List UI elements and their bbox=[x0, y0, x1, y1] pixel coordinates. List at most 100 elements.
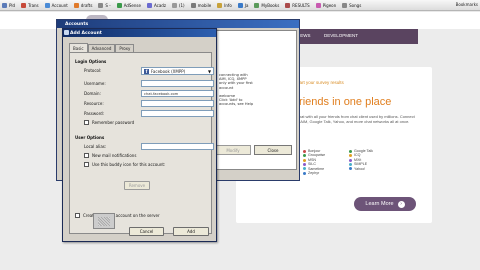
bookmark-label: Pld bbox=[9, 2, 16, 8]
bookmark-item[interactable]: AdSense bbox=[116, 2, 141, 8]
create-account-checkbox[interactable]: Create this new account on the server bbox=[75, 213, 160, 218]
cancel-button[interactable]: Cancel bbox=[129, 227, 164, 236]
accounts-title-bar[interactable]: Accounts bbox=[57, 20, 299, 28]
tab-proxy[interactable]: Proxy bbox=[115, 44, 135, 52]
resource-field[interactable] bbox=[141, 100, 214, 107]
bookmark-label: mobile bbox=[197, 2, 212, 8]
bookmark-item[interactable]: MyBooks bbox=[254, 2, 280, 8]
username-label: Username: bbox=[84, 81, 106, 86]
bookmark-item[interactable]: mobile bbox=[190, 2, 212, 8]
protocol-name: Zephyr bbox=[308, 171, 320, 176]
protocol-item: Yahoo! bbox=[349, 167, 373, 171]
bookmark-label: Acadz bbox=[153, 2, 166, 8]
page-headline: friends in one place bbox=[296, 96, 392, 108]
accounts-text-line: accounts, see Help bbox=[219, 102, 254, 107]
accounts-text-line: only with your first bbox=[219, 81, 253, 86]
protocol-icon bbox=[303, 162, 306, 166]
modify-button[interactable]: Modify bbox=[215, 145, 251, 155]
favicon-icon bbox=[315, 2, 321, 8]
bookmark-item[interactable]: Account bbox=[44, 2, 68, 8]
favicon-icon bbox=[2, 2, 7, 8]
bookmarks-menu[interactable]: Bookmarks bbox=[456, 2, 478, 7]
bookmark-label: drafts bbox=[80, 2, 93, 8]
page-description: Chat with all your friends from chat cli… bbox=[296, 114, 415, 124]
bookmark-item[interactable]: (1) bbox=[171, 2, 185, 8]
protocol-icon bbox=[303, 158, 306, 162]
bookmark-label: Trans bbox=[28, 2, 39, 8]
bookmark-item[interactable]: Trans bbox=[21, 2, 39, 8]
dialog-title: Add Account bbox=[70, 30, 102, 36]
bookmark-item[interactable]: Acadz bbox=[146, 2, 166, 8]
arrow-right-icon: › bbox=[397, 200, 405, 208]
remember-password-checkbox[interactable]: Remember password bbox=[84, 120, 134, 125]
favicon-icon bbox=[342, 2, 348, 8]
favicon-icon bbox=[190, 2, 196, 8]
protocol-list-col2: Google Talk ICQ MXit SIMPLE Yahoo! bbox=[349, 149, 373, 171]
remove-button[interactable]: Remove bbox=[124, 181, 150, 190]
bookmark-item[interactable]: Songs bbox=[342, 2, 362, 8]
buddy-icon-checkbox[interactable]: Use this buddy icon for this account: bbox=[84, 162, 165, 167]
protocol-item: Zephyr bbox=[303, 171, 325, 175]
favicon-icon bbox=[254, 2, 260, 8]
accounts-info-text: connecting with AIM, ICQ, XMPP only with y… bbox=[219, 73, 253, 106]
favicon-icon bbox=[237, 2, 243, 8]
favicon-icon bbox=[116, 2, 122, 8]
protocol-icon bbox=[349, 158, 352, 162]
protocol-value: Facebook (XMPP) bbox=[151, 68, 186, 74]
buddy-icon-label: Use this buddy icon for this account: bbox=[92, 162, 166, 167]
bookmark-label: MyBooks bbox=[261, 2, 280, 8]
facebook-icon: f bbox=[144, 68, 149, 74]
bookmark-item[interactable]: Ja bbox=[237, 2, 249, 8]
local-alias-field[interactable] bbox=[141, 143, 214, 150]
add-account-dialog: Add Account Basic Advanced Proxy Login O… bbox=[62, 28, 217, 242]
password-label: Password: bbox=[84, 111, 105, 116]
bookmark-label: S - bbox=[105, 2, 111, 8]
new-mail-checkbox[interactable]: New mail notifications bbox=[84, 153, 136, 158]
favicon-icon bbox=[98, 2, 104, 8]
accounts-title: Accounts bbox=[65, 21, 89, 27]
bookmark-label: Ja bbox=[244, 2, 249, 8]
add-button[interactable]: Add bbox=[173, 227, 209, 236]
bookmark-item[interactable]: drafts bbox=[73, 2, 93, 8]
local-alias-label: Local alias: bbox=[84, 144, 107, 149]
protocol-select[interactable]: f Facebook (XMPP) ▼ bbox=[141, 67, 214, 75]
protocol-list-col1: Bonjour Groupwise MSN SILC Sametime Zephyr bbox=[303, 149, 325, 175]
nav-item-development[interactable]: DEVELOPMENT bbox=[324, 33, 358, 38]
username-field[interactable] bbox=[141, 80, 214, 87]
basic-tab-pane: Login Options Protocol: f Facebook (XMPP… bbox=[69, 52, 214, 234]
buddy-icon-picker[interactable] bbox=[93, 213, 115, 229]
protocol-icon bbox=[303, 167, 306, 171]
favicon-icon bbox=[171, 2, 177, 8]
checkbox-box bbox=[84, 162, 89, 167]
bookmark-label: Account bbox=[51, 2, 68, 8]
domain-field[interactable]: chat.facebook.com bbox=[141, 90, 214, 97]
tab-basic[interactable]: Basic bbox=[69, 43, 88, 52]
learn-more-label: Learn More bbox=[365, 201, 394, 207]
learn-more-button[interactable]: Learn More › bbox=[354, 197, 416, 211]
close-button[interactable]: Close bbox=[254, 145, 292, 155]
login-options-heading: Login Options bbox=[75, 59, 107, 64]
favicon-icon bbox=[44, 2, 50, 8]
protocol-icon bbox=[349, 149, 352, 153]
bookmark-item[interactable]: S - bbox=[98, 2, 111, 8]
new-mail-label: New mail notifications bbox=[92, 153, 137, 158]
bookmark-label: AdSense bbox=[123, 2, 141, 8]
tab-advanced[interactable]: Advanced bbox=[87, 44, 116, 52]
bookmark-item[interactable]: Pld bbox=[2, 2, 16, 8]
checkbox-box bbox=[84, 120, 89, 125]
bookmarks-bar: Pld Trans Account drafts S - AdSense Acadz (1) m… bbox=[0, 0, 480, 11]
bookmark-item[interactable]: RESULTS bbox=[285, 2, 310, 8]
dialog-title-bar[interactable]: Add Account bbox=[63, 29, 216, 37]
protocol-label: Protocol: bbox=[84, 68, 102, 73]
checkbox-box bbox=[75, 213, 80, 218]
bookmark-label: Info bbox=[224, 2, 232, 8]
checkbox-box bbox=[84, 153, 89, 158]
promo-link[interactable]: start your survey results bbox=[296, 80, 344, 85]
bookmark-item[interactable]: Info bbox=[217, 2, 232, 8]
favicon-icon bbox=[285, 2, 291, 8]
password-field[interactable] bbox=[141, 110, 214, 117]
bookmark-label: Songs bbox=[349, 2, 362, 8]
bookmark-item[interactable]: Pigeon bbox=[315, 2, 336, 8]
protocol-icon bbox=[349, 154, 352, 158]
chevron-down-icon: ▼ bbox=[207, 68, 212, 74]
